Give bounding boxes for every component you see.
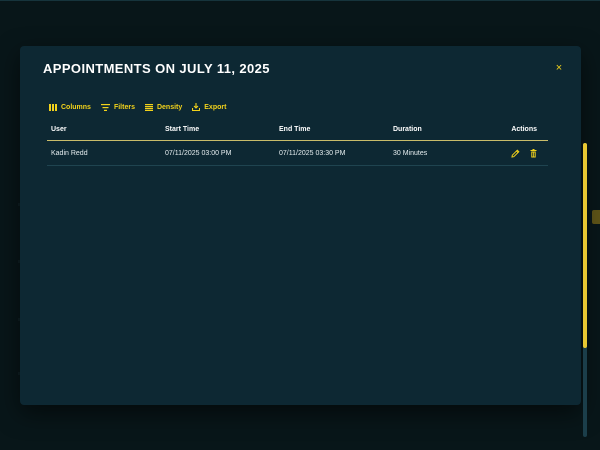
cell-actions [489,148,548,158]
grid-toolbar: Columns Filters Density Export [49,101,226,113]
filters-button[interactable]: Filters [100,103,135,111]
close-button[interactable]: × [552,61,566,75]
close-icon: × [555,62,563,74]
density-icon [144,103,153,111]
modal-title: APPOINTMENTS ON JULY 11, 2025 [43,61,270,76]
background-accent [592,210,600,224]
export-button[interactable]: Export [192,103,226,111]
grid-header-row: User Start Time End Time Duration Action… [47,118,548,141]
density-button[interactable]: Density [144,103,183,111]
columns-icon [49,103,57,111]
scrollbar-thumb[interactable] [583,143,587,348]
appointments-modal: APPOINTMENTS ON JULY 11, 2025 × Columns … [20,46,587,437]
delete-icon[interactable] [529,148,538,158]
cell-duration: 30 Minutes [393,149,428,157]
export-icon [192,103,201,111]
background-top-border [0,0,600,1]
cell-start-time: 07/11/2025 03:00 PM [165,149,232,157]
edit-icon[interactable] [511,148,520,158]
table-row[interactable]: Kadin Redd 07/11/2025 03:00 PM 07/11/202… [47,141,548,166]
cell-user: Kadin Redd [51,149,88,157]
column-header-actions: Actions [511,125,537,133]
cell-end-time: 07/11/2025 03:30 PM [279,149,346,157]
appointments-grid: User Start Time End Time Duration Action… [47,118,548,166]
filter-icon [100,103,110,111]
column-header-user[interactable]: User [47,126,161,133]
columns-label: Columns [61,103,91,111]
columns-button[interactable]: Columns [49,103,91,111]
column-header-end-time[interactable]: End Time [275,126,389,133]
column-header-start-time[interactable]: Start Time [161,126,275,133]
export-label: Export [204,103,227,111]
density-label: Density [156,103,183,111]
filters-label: Filters [113,103,135,111]
column-header-duration[interactable]: Duration [389,126,489,133]
